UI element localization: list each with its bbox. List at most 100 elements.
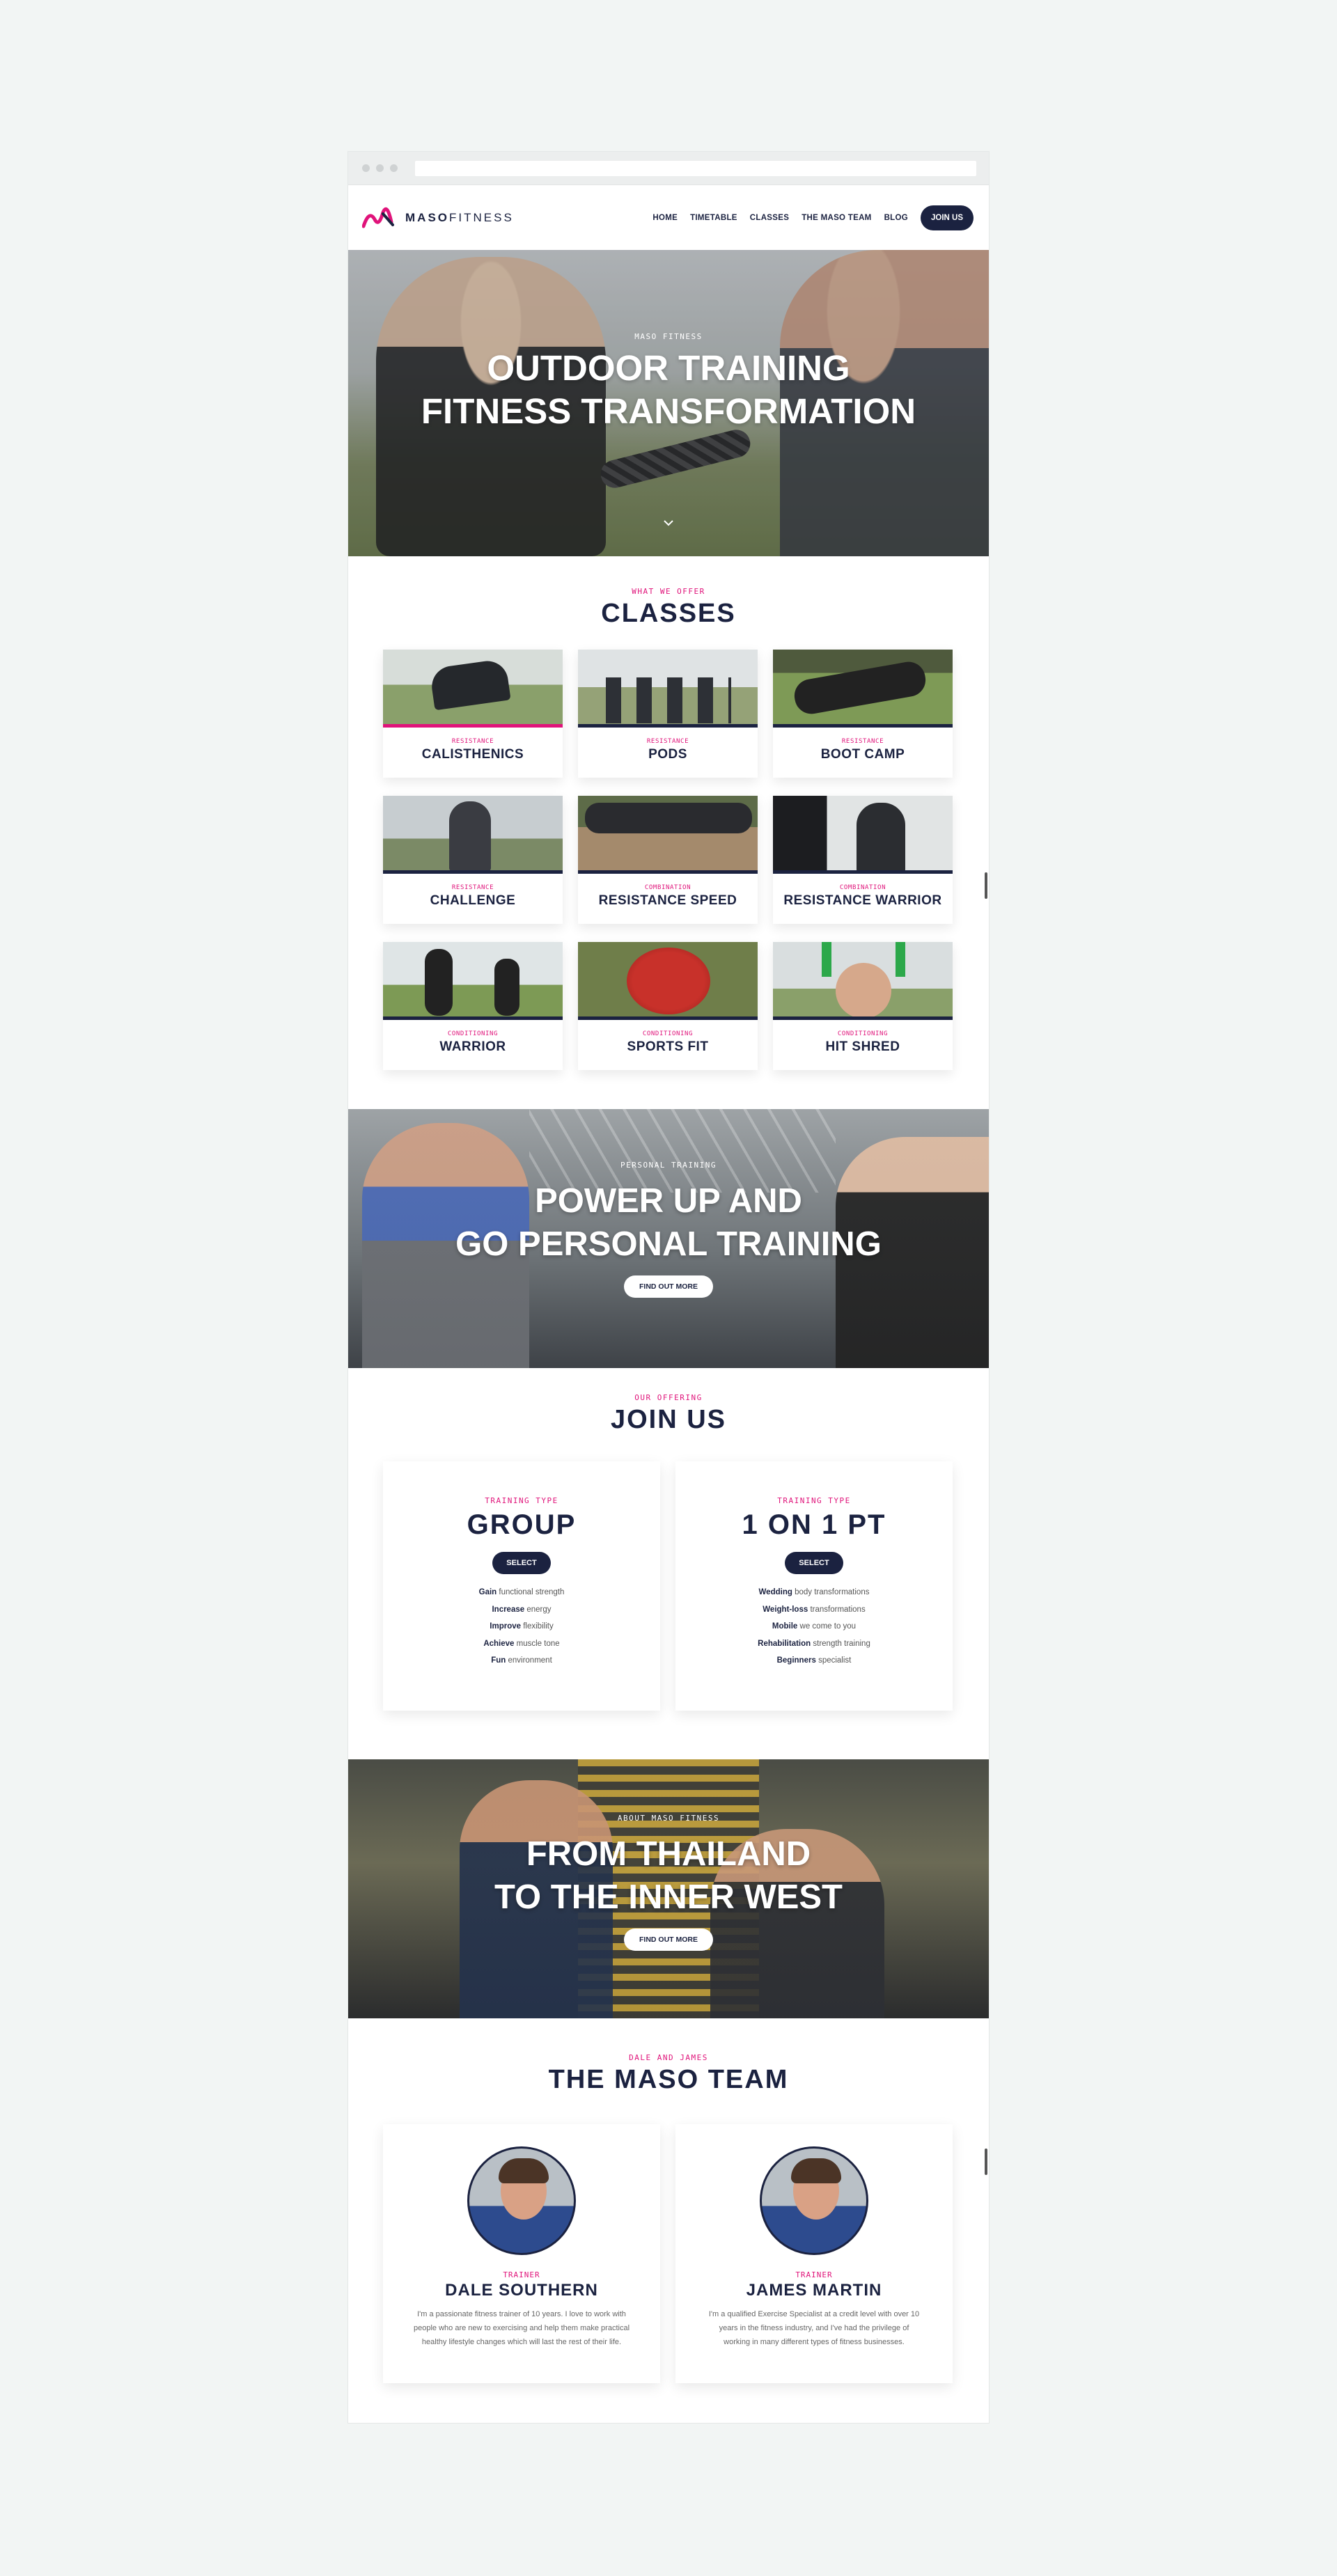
class-name: WARRIOR [439, 1039, 506, 1054]
class-card-hit-shred[interactable]: CONDITIONING HIT SHRED [773, 942, 953, 1070]
scrollbar-thumb[interactable] [985, 2149, 987, 2175]
plan-title: GROUP [467, 1509, 577, 1540]
nav-link-home[interactable]: HOME [652, 214, 678, 222]
join-heading: OUR OFFERING JOIN US [348, 1393, 989, 1435]
classes-title: CLASSES [601, 599, 736, 628]
avatar [467, 2146, 576, 2255]
trainer-card-dale[interactable]: TRAINER DALE SOUTHERN I'm a passionate f… [383, 2124, 660, 2383]
trainer-cards: TRAINER DALE SOUTHERN I'm a passionate f… [348, 2095, 989, 2383]
class-category: COMBINATION [839, 884, 886, 891]
team-section: DALE AND JAMES THE MASO TEAM TRAINER DAL… [348, 2018, 989, 2383]
class-card-warrior[interactable]: CONDITIONING WARRIOR [383, 942, 563, 1070]
team-heading: DALE AND JAMES THE MASO TEAM [348, 2053, 989, 2095]
class-category: RESISTANCE [646, 738, 689, 745]
window-dot-icon [390, 164, 398, 172]
class-name: RESISTANCE WARRIOR [783, 893, 942, 908]
feature-item: Fun environment [491, 1656, 552, 1665]
hero-content: MASO FITNESS OUTDOOR TRAINING FITNESS TR… [348, 332, 989, 433]
class-photo [773, 796, 953, 874]
find-out-more-button[interactable]: FIND OUT MORE [624, 1929, 713, 1951]
nav-link-timetable[interactable]: TIMETABLE [690, 214, 737, 222]
trainer-bio: I'm a qualified Exercise Specialist at a… [708, 2310, 920, 2346]
banner-content: ABOUT MASO FITNESS FROM THAILAND TO THE … [348, 1814, 989, 1951]
trainer-name: JAMES MARTIN [746, 2281, 882, 2300]
class-photo [578, 796, 758, 874]
hero-title-line: FITNESS TRANSFORMATION [421, 391, 916, 431]
banner-title: POWER UP AND GO PERSONAL TRAINING [348, 1179, 989, 1266]
class-category: RESISTANCE [451, 884, 494, 891]
join-us-button[interactable]: JOIN US [920, 205, 974, 230]
class-card-sports-fit[interactable]: CONDITIONING SPORTS FIT [578, 942, 758, 1070]
class-photo [383, 650, 563, 728]
feature-item: Gain functional strength [478, 1588, 565, 1596]
team-title: THE MASO TEAM [548, 2065, 789, 2094]
plan-title: 1 ON 1 PT [742, 1509, 886, 1540]
nav-link-blog[interactable]: BLOG [884, 214, 908, 222]
logo-wordmark: MASOFITNESS [405, 210, 514, 224]
feature-item: Beginners specialist [776, 1656, 852, 1665]
hero-title: OUTDOOR TRAINING FITNESS TRANSFORMATION [348, 347, 989, 433]
class-card-resistance-speed[interactable]: COMBINATION RESISTANCE SPEED [578, 796, 758, 924]
class-card-challenge[interactable]: RESISTANCE CHALLENGE [383, 796, 563, 924]
class-card-calisthenics[interactable]: RESISTANCE CALISTHENICS [383, 650, 563, 778]
maso-logo-mark-icon [362, 207, 394, 228]
scrollbar-thumb[interactable] [985, 872, 987, 899]
banner-kicker: PERSONAL TRAINING [620, 1161, 717, 1170]
banner-title: FROM THAILAND TO THE INNER WEST [348, 1832, 989, 1919]
hero-section: MASO FITNESS OUTDOOR TRAINING FITNESS TR… [348, 250, 989, 556]
class-category: RESISTANCE [451, 738, 494, 745]
team-kicker: DALE AND JAMES [629, 2053, 708, 2062]
class-category: RESISTANCE [841, 738, 884, 745]
banner-kicker: ABOUT MASO FITNESS [617, 1814, 720, 1823]
window-dot-icon [362, 164, 370, 172]
classes-section: WHAT WE OFFER CLASSES RESISTANCE CALISTH… [348, 556, 989, 1070]
browser-window: MASOFITNESS HOME TIMETABLE CLASSES THE M… [348, 152, 989, 2423]
class-photo [773, 942, 953, 1020]
class-category: CONDITIONING [447, 1030, 499, 1037]
about-banner: ABOUT MASO FITNESS FROM THAILAND TO THE … [348, 1759, 989, 2018]
hero-kicker: MASO FITNESS [634, 332, 703, 341]
trainer-role: TRAINER [503, 2270, 540, 2279]
trainer-card-james[interactable]: TRAINER JAMES MARTIN I'm a qualified Exe… [675, 2124, 953, 2383]
site-logo[interactable]: MASOFITNESS [362, 204, 514, 232]
classes-kicker: WHAT WE OFFER [632, 587, 705, 596]
plan-card-group: TRAINING TYPE GROUP SELECT Gain function… [383, 1461, 660, 1711]
class-category: CONDITIONING [837, 1030, 889, 1037]
class-name: SPORTS FIT [627, 1039, 709, 1054]
class-card-boot-camp[interactable]: RESISTANCE BOOT CAMP [773, 650, 953, 778]
class-name: CALISTHENICS [421, 747, 524, 762]
chevron-down-icon[interactable] [663, 517, 674, 528]
window-dot-icon [376, 164, 384, 172]
class-photo [383, 796, 563, 874]
select-group-button[interactable]: SELECT [492, 1552, 551, 1574]
nav-link-classes[interactable]: CLASSES [750, 214, 789, 222]
banner-title-line: GO PERSONAL TRAINING [455, 1225, 882, 1263]
browser-chrome [348, 152, 989, 185]
plan-card-1on1: TRAINING TYPE 1 ON 1 PT SELECT Wedding b… [675, 1461, 953, 1711]
nav-link-team[interactable]: THE MASO TEAM [802, 214, 871, 222]
class-photo [578, 942, 758, 1020]
class-card-pods[interactable]: RESISTANCE PODS [578, 650, 758, 778]
class-photo [383, 942, 563, 1020]
trainer-bio: I'm a passionate fitness trainer of 10 y… [414, 2310, 630, 2346]
join-section: OUR OFFERING JOIN US TRAINING TYPE GROUP… [348, 1368, 989, 1711]
trainer-name: DALE SOUTHERN [445, 2281, 598, 2300]
class-category: COMBINATION [644, 884, 691, 891]
feature-item: Weight-loss transformations [763, 1605, 866, 1614]
banner-title-line: FROM THAILAND [526, 1835, 811, 1873]
feature-item: Mobile we come to you [772, 1622, 857, 1631]
select-1on1-button[interactable]: SELECT [785, 1552, 843, 1574]
classes-grid: RESISTANCE CALISTHENICS RESISTANCE PODS … [348, 629, 989, 1070]
class-name: CHALLENGE [430, 893, 516, 908]
trainer-role: TRAINER [795, 2270, 833, 2279]
class-card-resistance-warrior[interactable]: COMBINATION RESISTANCE WARRIOR [773, 796, 953, 924]
find-out-more-button[interactable]: FIND OUT MORE [624, 1275, 713, 1298]
feature-item: Increase energy [492, 1605, 552, 1614]
address-bar[interactable] [415, 160, 976, 176]
banner-title-line: POWER UP AND [535, 1182, 802, 1220]
class-name: PODS [648, 747, 687, 762]
classes-heading: WHAT WE OFFER CLASSES [348, 587, 989, 629]
plan-features: Gain functional strength Increase energy… [383, 1584, 660, 1670]
main-menu: HOME TIMETABLE CLASSES THE MASO TEAM BLO… [640, 205, 974, 230]
class-name: RESISTANCE SPEED [598, 893, 737, 908]
